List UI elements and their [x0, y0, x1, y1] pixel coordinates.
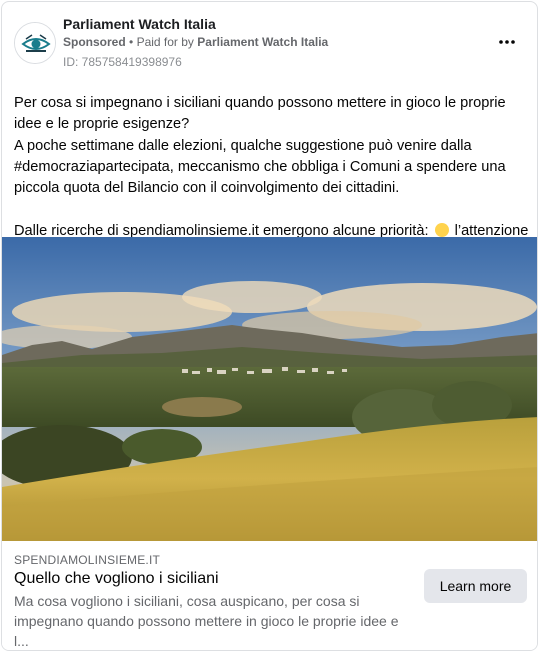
parliament-watch-logo-icon — [15, 23, 55, 63]
post-body-text: Per cosa si impegnano i siciliani quando… — [14, 93, 530, 242]
sicily-landscape-image — [2, 237, 537, 541]
post-image[interactable] — [2, 237, 537, 541]
ad-id: ID: 785758419398976 — [63, 55, 182, 69]
more-horizontal-icon — [499, 40, 515, 44]
learn-more-button[interactable]: Learn more — [424, 569, 527, 603]
sponsored-post-card: Parliament Watch Italia Sponsored • Paid… — [1, 1, 538, 651]
link-headline[interactable]: Quello che vogliono i siciliani — [14, 570, 219, 588]
page-name[interactable]: Parliament Watch Italia — [63, 16, 216, 32]
link-preview[interactable]: SPENDIAMOLINSIEME.IT Quello che vogliono… — [2, 541, 537, 650]
link-description: Ma cosa vogliono i siciliani, cosa auspi… — [14, 593, 399, 649]
post-text-paragraph-2: A poche settimane dalle elezioni, qualch… — [14, 137, 506, 197]
meta-separator: • — [129, 35, 134, 49]
emoji-icon — [434, 222, 449, 237]
link-domain: SPENDIAMOLINSIEME.IT — [14, 553, 161, 567]
paid-for-by-name[interactable]: Parliament Watch Italia — [197, 35, 328, 49]
page-avatar[interactable] — [14, 22, 56, 64]
sponsored-meta: Sponsored • Paid for by Parliament Watch… — [63, 35, 328, 49]
more-options-button[interactable] — [493, 28, 521, 56]
post-header: Parliament Watch Italia Sponsored • Paid… — [2, 2, 537, 78]
post-text-paragraph-1: Per cosa si impegnano i siciliani quando… — [14, 95, 506, 133]
sponsored-label[interactable]: Sponsored — [63, 35, 126, 49]
paid-for-prefix: Paid for by — [136, 35, 194, 49]
